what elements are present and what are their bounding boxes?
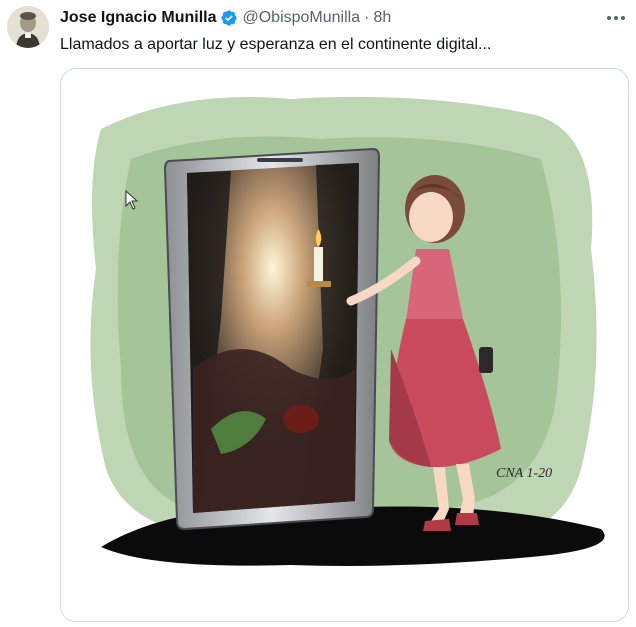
- separator-dot: ·: [364, 9, 370, 26]
- artist-signature: CNA 1-20: [496, 466, 552, 481]
- illustration-image: CNA 1-20: [61, 69, 628, 621]
- mouse-pointer-icon: [125, 190, 139, 210]
- verified-badge-icon: [220, 9, 238, 27]
- author-name[interactable]: Jose Ignacio Munilla: [60, 9, 216, 27]
- tweet[interactable]: Jose Ignacio Munilla @ObispoMunilla · 8h…: [0, 0, 636, 627]
- author-handle[interactable]: @ObispoMunilla: [242, 9, 360, 27]
- tweet-header: Jose Ignacio Munilla @ObispoMunilla · 8h: [60, 7, 391, 29]
- avatar[interactable]: [7, 6, 49, 48]
- avatar-image: [7, 6, 49, 48]
- tweet-text: Llamados a aportar luz y esperanza en el…: [60, 36, 492, 53]
- timestamp[interactable]: 8h: [373, 9, 391, 27]
- more-dots-icon[interactable]: [604, 8, 628, 28]
- tweet-media[interactable]: CNA 1-20: [60, 68, 629, 622]
